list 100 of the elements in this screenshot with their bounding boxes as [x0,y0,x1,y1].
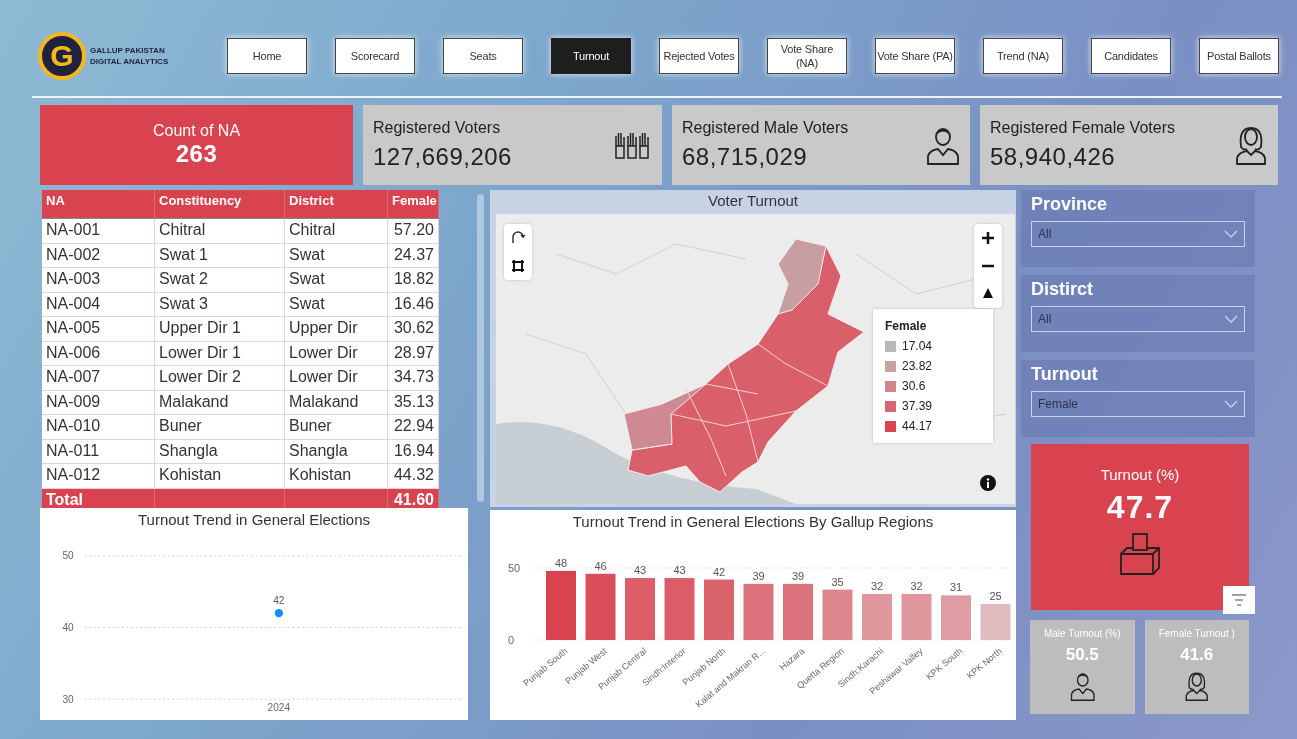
logo-text: GALLUP PAKISTAN [90,45,166,56]
table-cell: 44.32 [388,464,439,488]
data-label: 35 [831,575,844,588]
filter-title: Distirct [1031,279,1094,300]
legend-label: 44.17 [902,419,933,433]
table-cell: Buner [155,415,285,439]
filter-icon[interactable] [1223,586,1255,614]
table-cell: 34.73 [388,366,439,390]
bar [625,578,655,640]
legend-title: Female [885,319,928,333]
table-cell: Swat 1 [155,243,285,267]
kpi-value: 127,669,206 [373,143,512,171]
bar [704,579,734,640]
column-header[interactable]: NA [42,190,155,218]
table-cell: 18.82 [388,268,439,292]
table-cell: Chitral [155,219,285,243]
bar [585,573,616,640]
table-cell: 24.37 [388,243,439,267]
y-axis-label: 40 [62,622,74,634]
table-cell: NA-005 [42,317,155,341]
table-cell: Swat 3 [155,292,285,316]
nav-button[interactable]: Seats [443,38,523,74]
data-label: 42 [712,565,726,578]
data-label: 43 [633,564,647,577]
logo-icon: G [38,32,86,80]
table-cell: Lower Dir 2 [155,366,285,390]
card-label: Male Turnout (%) [1043,628,1121,639]
table-cell: Lower Dir [285,341,388,365]
column-header[interactable]: Constituency [155,190,285,218]
info-icon[interactable] [980,475,996,491]
card-label: Female Turnout ) [1158,628,1235,639]
bar [546,570,576,640]
column-header[interactable]: Female [388,190,439,218]
nav-button[interactable]: Home [227,38,307,74]
bar [664,578,695,640]
data-label: 42 [273,594,285,606]
data-label: 46 [594,559,607,572]
table-cell: NA-001 [42,219,155,243]
nav-button[interactable]: Trend (NA) [983,38,1063,74]
table-cell: Upper Dir 1 [155,317,285,341]
data-label: 31 [949,581,963,594]
bar [862,593,892,640]
card-value: 41.6 [1180,645,1214,665]
column-header[interactable]: District [285,190,388,218]
man-icon [1069,671,1095,701]
woman-icon [1184,671,1210,701]
kpi-label: Registered Female Voters [990,119,1175,137]
table-cell: Swat [285,243,388,267]
nav-button[interactable]: Vote Share (PA) [875,38,955,74]
table-cell: Kohistan [285,464,388,488]
kpi-label: Count of NA [152,122,241,140]
table-cell: NA-004 [42,292,155,316]
table-cell: 35.13 [388,390,439,414]
table-cell: 16.46 [388,292,439,316]
bar [941,595,971,640]
table-cell: 28.97 [388,341,439,365]
y-axis-label: 50 [62,550,74,562]
chevron-down-icon [1224,315,1238,323]
nav-button[interactable]: Turnout [551,38,631,74]
table-cell: NA-002 [42,243,155,267]
x-axis-label: 2024 [267,702,291,713]
kpi-value: 68,715,029 [682,143,809,171]
man-icon [926,125,960,165]
nav-button[interactable]: Rejected Votes [659,38,739,74]
turnout-label: Turnout (%) [1100,466,1180,483]
table-cell: Swat [285,292,388,316]
table-cell: NA-011 [42,439,155,463]
kpi-label: Registered Voters [373,119,502,137]
y-axis-label: 0 [508,634,515,646]
table-cell: Shangla [285,439,388,463]
data-label: 43 [673,564,686,577]
table-cell: Swat 2 [155,268,285,292]
chart-title: Turnout Trend in General Elections By Gallup Regions [571,512,935,530]
table-cell: Chitral [285,219,388,243]
data-label: 32 [910,579,923,592]
table-cell: 16.94 [388,439,439,463]
y-axis-label: 30 [62,693,74,705]
y-axis-label: 50 [508,562,521,574]
bar [901,593,932,640]
nav-button[interactable]: Scorecard [335,38,415,74]
nav-button[interactable]: Vote Share (NA) [767,38,847,74]
data-label: 25 [989,590,1002,602]
kpi-label: Registered Male Voters [682,119,849,137]
filter-title: Province [1031,194,1109,215]
kpi-value: 58,940,426 [990,143,1117,171]
table-cell: Lower Dir [285,366,388,390]
nav-button[interactable]: Postal Ballots [1199,38,1279,74]
kpi-value: 263 [175,140,218,168]
table-cell: Shangla [155,439,285,463]
scrollbar[interactable] [477,194,484,502]
table-cell: NA-003 [42,268,155,292]
legend-label: 17.04 [902,339,933,353]
data-label: 32 [870,579,884,592]
chevron-down-icon [1224,400,1238,408]
nav-button[interactable]: Candidates [1091,38,1171,74]
table-cell: Kohistan [155,464,285,488]
card-value: 50.5 [1065,645,1099,665]
chart-title: Turnout Trend in General Elections [136,510,372,528]
turnout-value: 47.7 [1106,489,1174,526]
data-label: 39 [752,569,765,582]
